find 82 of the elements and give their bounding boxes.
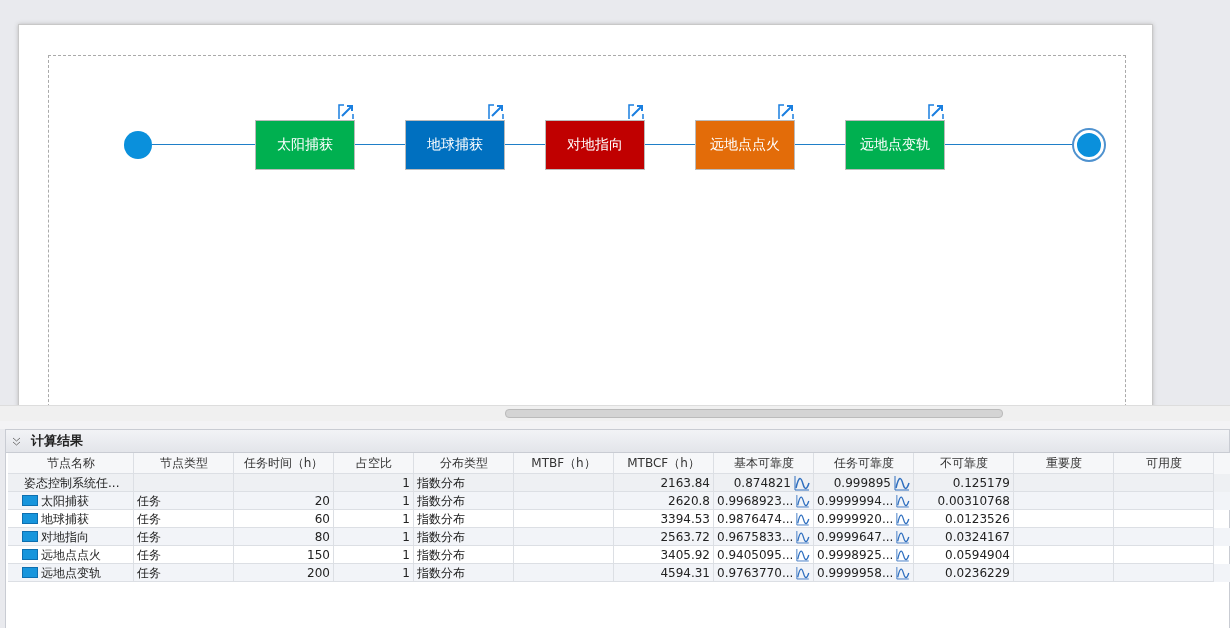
table-cell: 0.9405095...	[717, 546, 794, 563]
curve-icon[interactable]	[896, 546, 910, 563]
table-cell: 3394.53	[660, 510, 710, 527]
expand-icon[interactable]	[778, 104, 794, 120]
table-cell: 3405.92	[660, 546, 710, 563]
table-cell: 0.0324167	[945, 528, 1010, 545]
table-cell: 1	[402, 474, 410, 491]
curve-icon[interactable]	[896, 492, 910, 509]
table-cell: 指数分布	[417, 546, 465, 563]
table-cell: 远地点点火	[41, 546, 101, 563]
curve-icon[interactable]	[796, 564, 810, 581]
table-cell: 0.9675833...	[717, 528, 794, 545]
curve-icon[interactable]	[896, 564, 910, 581]
end-node	[1074, 130, 1104, 160]
expand-icon[interactable]	[338, 104, 354, 120]
scrollbar-thumb[interactable]	[505, 409, 1003, 418]
table-row[interactable]: 远地点变轨 任务 200 1 指数分布 4594.31 0.9763770... 0.9999958... 0.0236229	[8, 564, 1230, 582]
table-cell: 1	[402, 510, 410, 527]
curve-icon[interactable]	[796, 528, 810, 545]
table-cell: 2620.8	[668, 492, 710, 509]
table-cell: 2563.72	[660, 528, 710, 545]
table-cell: 指数分布	[417, 510, 465, 527]
collapse-icon[interactable]	[12, 436, 21, 446]
table-cell: 0.125179	[952, 474, 1010, 491]
table-cell: 0.9763770...	[717, 564, 794, 581]
table-cell: 1	[402, 492, 410, 509]
task-icon	[22, 531, 38, 542]
table-cell: 指数分布	[417, 492, 465, 509]
table-cell: 指数分布	[417, 528, 465, 545]
table-cell: 任务	[137, 546, 161, 563]
table-cell: 0.9968923...	[717, 492, 794, 509]
table-cell: 地球捕获	[41, 510, 89, 527]
table-cell: 200	[307, 564, 330, 581]
table-cell: 4594.31	[660, 564, 710, 581]
table-cell: 0.9998925...	[817, 546, 894, 563]
table-row[interactable]: 太阳捕获 任务 20 1 指数分布 2620.8 0.9968923... 0.9999994... 0.00310768	[8, 492, 1230, 510]
table-cell: 0.0594904	[945, 546, 1010, 563]
table-cell: 0.00310768	[937, 492, 1010, 509]
table-cell: 2163.84	[660, 474, 710, 491]
table-row[interactable]: 姿态控制系统任... 1 指数分布 2163.84 0.874821 0.999895 0.125179	[8, 474, 1230, 492]
table-cell: 1	[402, 564, 410, 581]
curve-icon[interactable]	[894, 474, 910, 491]
table-cell: 0.0236229	[945, 564, 1010, 581]
table-cell: 对地指向	[41, 528, 89, 545]
curve-icon[interactable]	[796, 492, 810, 509]
table-cell: 任务	[137, 564, 161, 581]
table-cell: 0.9999647...	[817, 528, 894, 545]
panel-title: 计算结果	[31, 432, 83, 450]
curve-icon[interactable]	[794, 474, 810, 491]
table-cell: 0.9876474...	[717, 510, 794, 527]
table-cell: 指数分布	[417, 564, 465, 581]
expand-icon[interactable]	[628, 104, 644, 120]
table-cell: 远地点变轨	[41, 564, 101, 581]
table-cell: 80	[314, 528, 330, 545]
table-cell: 0.999895	[833, 474, 891, 491]
table-row[interactable]: 对地指向 任务 80 1 指数分布 2563.72 0.9675833... 0.9999647... 0.0324167	[8, 528, 1230, 546]
curve-icon[interactable]	[896, 528, 910, 545]
expand-icon[interactable]	[928, 104, 944, 120]
task-icon	[22, 549, 38, 560]
table-cell: 1	[402, 528, 410, 545]
task-icon	[22, 567, 38, 578]
curve-icon[interactable]	[796, 510, 810, 527]
table-cell: 指数分布	[417, 474, 465, 491]
table-cell: 任务	[137, 492, 161, 509]
table-cell: 150	[307, 546, 330, 563]
table-cell: 任务	[137, 510, 161, 527]
task-icon	[22, 513, 38, 524]
table-cell: 0.874821	[733, 474, 791, 491]
table-cell: 1	[402, 546, 410, 563]
expand-icon[interactable]	[488, 104, 504, 120]
curve-icon[interactable]	[896, 510, 910, 527]
table-cell: 任务	[137, 528, 161, 545]
curve-icon[interactable]	[796, 546, 810, 563]
table-cell: 0.0123526	[945, 510, 1010, 527]
table-cell: 60	[314, 510, 330, 527]
table-cell: 太阳捕获	[41, 492, 89, 509]
table-cell: 0.9999920...	[817, 510, 894, 527]
task-icon	[22, 495, 38, 506]
table-cell: 0.9999958...	[817, 564, 894, 581]
table-cell: 0.9999994...	[817, 492, 894, 509]
table-cell: 姿态控制系统任...	[24, 474, 120, 491]
table-cell: 20	[314, 492, 330, 509]
